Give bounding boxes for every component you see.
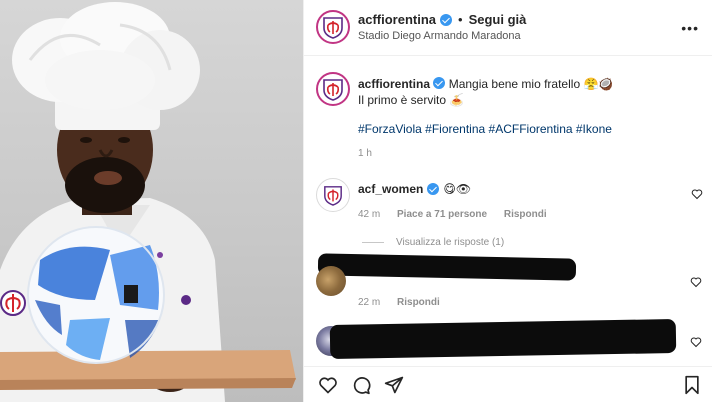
comment-timestamp: 22 m [358,297,381,308]
action-bar [304,366,712,402]
post-details-panel: acffiorentina • Segui già Stadio Diego A… [303,0,712,402]
verified-badge-icon [440,13,453,26]
comment-username[interactable]: acf_women [358,182,423,196]
post-location[interactable]: Stadio Diego Armando Maradona [358,30,521,42]
comment-text: 😋👁 [443,182,472,196]
heart-icon[interactable] [690,336,702,348]
fiorentina-logo [323,79,343,101]
verified-badge-icon [427,183,440,195]
account-avatar[interactable] [316,10,350,44]
heart-icon[interactable] [691,188,703,200]
verified-badge-icon [433,77,446,89]
view-replies-label: Visualizza le risposte (1) [396,237,505,248]
caption-line-2: Il primo è servito 🍝 [358,93,465,107]
comment-icon[interactable] [351,375,371,395]
commenter-avatar[interactable] [316,178,350,212]
caption-avatar[interactable] [316,72,350,106]
account-username[interactable]: acffiorentina [358,12,436,27]
heart-icon[interactable] [318,375,338,395]
caption-timestamp: 1 h [358,148,372,159]
comment-text-line: acf_women 😋👁 [358,182,471,196]
following-button[interactable]: Segui già [469,12,527,27]
comment-meta: 42 m Piace a 71 persone Rispondi [358,209,561,220]
comment-likes[interactable]: Piace a 71 persone [397,209,487,220]
bookmark-icon[interactable] [682,375,702,395]
caption-line-1: Mangia bene mio fratello 😤🥥 [448,77,614,91]
share-icon[interactable] [384,375,404,395]
reply-button[interactable]: Rispondi [397,297,440,308]
heart-icon[interactable] [690,276,702,288]
caption-username[interactable]: acffiorentina [358,77,430,91]
reply-button[interactable]: Rispondi [504,209,547,220]
comment-meta: 22 m Rispondi [358,297,440,308]
comment-timestamp: 42 m [358,209,381,220]
fiorentina-logo [323,17,343,39]
commenter-avatar[interactable] [316,266,346,296]
caption-hashtags[interactable]: #ForzaViola #Fiorentina #ACFFiorentina #… [358,122,612,136]
more-options-icon[interactable]: ••• [681,20,699,36]
post-image[interactable] [0,0,303,402]
post-header: acffiorentina • Segui già Stadio Diego A… [304,0,712,56]
redacted-comment [317,253,577,281]
separator-dot: • [458,12,463,27]
account-header-line: acffiorentina • Segui già [358,12,526,27]
chef-player-illustration [0,2,296,402]
replies-divider [362,242,384,243]
caption-text: acffiorentina Mangia bene mio fratello 😤… [358,76,613,108]
redacted-comment [329,318,677,360]
fiorentina-logo [324,186,342,206]
view-replies-button[interactable]: Visualizza le risposte (1) [362,237,504,248]
